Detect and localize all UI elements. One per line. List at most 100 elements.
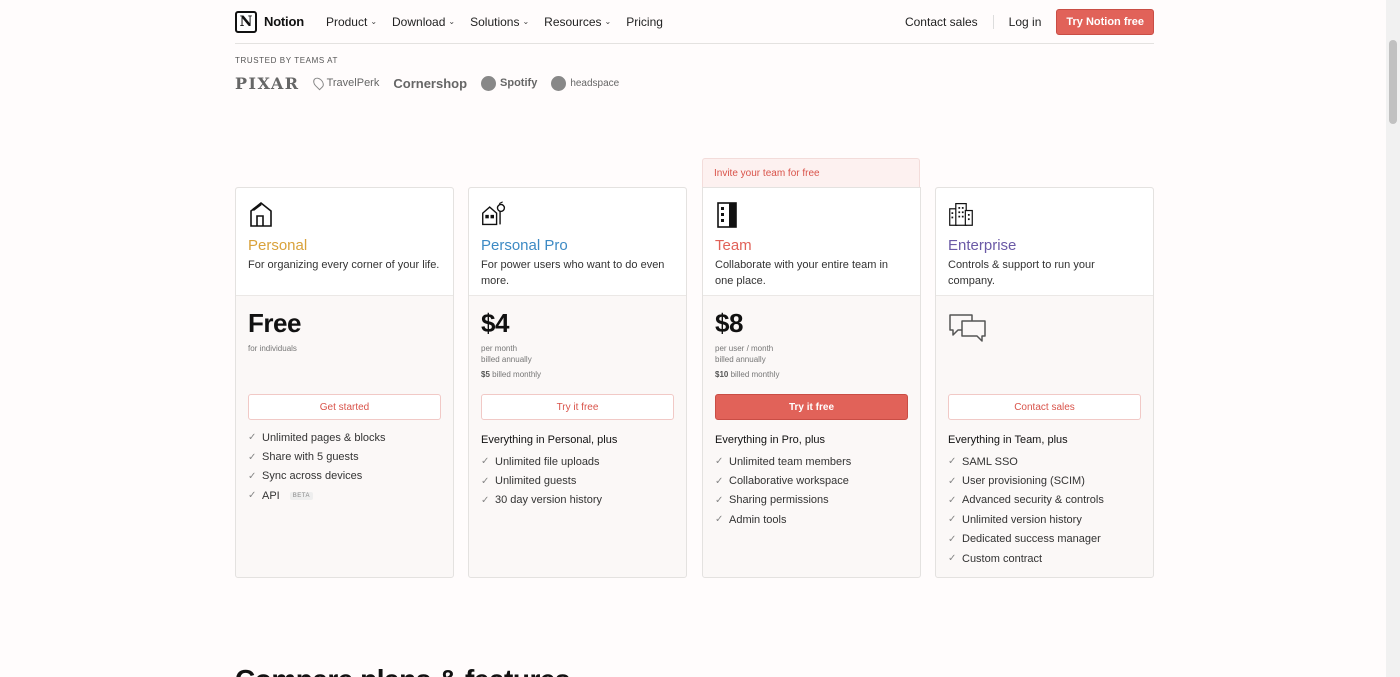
nav-label: Solutions: [470, 14, 520, 29]
monthly-price-note: $5 billed monthly: [481, 370, 541, 379]
feature-label: Dedicated success manager: [962, 533, 1101, 546]
list-item: ✓ SAML SSO: [948, 452, 1104, 471]
check-icon: ✓: [715, 494, 724, 506]
nav-resources[interactable]: Resources ⌄: [544, 15, 611, 29]
price-note: for individuals: [248, 344, 297, 353]
chevron-down-icon: ⌄: [522, 17, 530, 26]
list-item: ✓ Sync across devices: [248, 467, 386, 486]
notion-logo[interactable]: N Notion: [235, 10, 304, 33]
pin-icon: [310, 75, 326, 91]
monthly-price: $5: [481, 370, 490, 379]
plan-description: For organizing every corner of your life…: [248, 259, 440, 271]
contact-sales-link[interactable]: Contact sales: [905, 14, 994, 29]
nav-pricing[interactable]: Pricing: [626, 15, 663, 29]
feature-label: Admin tools: [729, 513, 787, 526]
list-item: ✓ Unlimited guests: [481, 471, 602, 490]
feature-label: Unlimited pages & blocks: [262, 431, 386, 444]
feature-label: SAML SSO: [962, 455, 1018, 468]
chat-bubbles-icon: [949, 314, 986, 342]
check-icon: ✓: [481, 456, 490, 468]
plan-card-team: Team Collaborate with your entire team i…: [702, 187, 921, 578]
feature-label: Unlimited team members: [729, 455, 852, 468]
cornershop-logo: Cornershop: [393, 75, 468, 91]
nav-label: Pricing: [626, 14, 663, 29]
plan-name: Team: [715, 237, 752, 254]
try-it-free-button[interactable]: Try it free: [481, 394, 674, 420]
spotify-logo: Spotify: [481, 75, 538, 91]
feature-list: ✓ Unlimited file uploads ✓ Unlimited guest…: [481, 452, 602, 510]
plan-description: For power users who want to do even more…: [481, 259, 665, 287]
beta-badge: BETA: [289, 491, 313, 500]
price-note: per user / month billed annually: [715, 343, 773, 365]
feature-list: ✓ Unlimited team members ✓ Collaborative w…: [715, 452, 851, 530]
feature-label: 30 day version history: [495, 494, 602, 507]
building-icon: [717, 202, 737, 228]
feature-label: Unlimited version history: [962, 513, 1082, 526]
plan-header: Personal Pro For power users who want to…: [469, 188, 686, 296]
list-item: ✓ Custom contract: [948, 549, 1104, 568]
plan-description: Controls & support to run your company.: [948, 259, 1095, 287]
check-icon: ✓: [481, 494, 490, 506]
list-item: ✓ 30 day version history: [481, 491, 602, 510]
try-it-free-button[interactable]: Try it free: [715, 394, 908, 420]
feature-label: Advanced security & controls: [962, 494, 1104, 507]
plan-price: $4: [481, 308, 509, 338]
nav-label: Product: [325, 14, 368, 29]
feature-label: Unlimited file uploads: [495, 455, 600, 468]
feature-label: Sync across devices: [262, 470, 363, 483]
list-item: ✓ Unlimited team members: [715, 452, 851, 471]
get-started-button[interactable]: Get started: [248, 394, 441, 420]
feature-label: Unlimited guests: [495, 475, 577, 488]
list-item: ✓ Advanced security & controls: [948, 491, 1104, 510]
plan-card-enterprise: Enterprise Controls & support to run you…: [935, 187, 1154, 578]
feature-label: API: [262, 489, 280, 502]
logo-text: Notion: [264, 14, 304, 29]
plan-name: Personal: [248, 237, 308, 254]
price-note-line: per user / month: [715, 344, 774, 353]
page-scrollbar[interactable]: [1386, 0, 1400, 677]
list-item: ✓ Share with 5 guests: [248, 447, 386, 466]
price-note: per month billed annually: [481, 343, 532, 365]
scrollbar-thumb[interactable]: [1389, 40, 1397, 124]
list-item: ✓ Unlimited file uploads: [481, 452, 602, 471]
check-icon: ✓: [948, 533, 957, 545]
price-note-line: per month: [481, 344, 518, 353]
features-heading: Everything in Pro, plus: [715, 434, 826, 446]
check-icon: ✓: [715, 514, 724, 526]
feature-label: Share with 5 guests: [262, 451, 359, 464]
list-item: ✓ Collaborative workspace: [715, 471, 851, 490]
plan-name: Personal Pro: [481, 237, 568, 254]
notion-logo-icon: N: [235, 10, 257, 33]
features-heading: Everything in Team, plus: [948, 434, 1068, 446]
check-icon: ✓: [715, 475, 724, 487]
plan-header: Personal For organizing every corner of …: [236, 188, 453, 296]
login-link[interactable]: Log in: [994, 15, 1057, 29]
check-icon: ✓: [948, 494, 957, 506]
price-note-line: billed annually: [715, 355, 766, 364]
nav-solutions[interactable]: Solutions ⌄: [470, 15, 529, 29]
brand-label: TravelPerk: [326, 77, 380, 89]
contact-sales-button[interactable]: Contact sales: [948, 394, 1141, 420]
monthly-suffix: billed monthly: [730, 370, 780, 379]
plan-header: Team Collaborate with your entire team i…: [703, 188, 920, 296]
nav-download[interactable]: Download ⌄: [392, 15, 455, 29]
chevron-down-icon: ⌄: [448, 17, 456, 26]
check-icon: ✓: [948, 456, 957, 468]
plan-name: Enterprise: [948, 237, 1017, 254]
check-icon: ✓: [948, 514, 957, 526]
compare-heading: Compare plans & features: [235, 664, 571, 677]
try-notion-free-button[interactable]: Try Notion free: [1056, 8, 1154, 35]
brand-label: Spotify: [500, 77, 538, 89]
check-icon: ✓: [948, 475, 957, 487]
feature-list: ✓ SAML SSO ✓ User provisioning (SCIM) ✓ Adv…: [948, 452, 1104, 568]
chevron-down-icon: ⌄: [604, 17, 612, 26]
nav-product[interactable]: Product ⌄: [326, 15, 377, 29]
plan-price: $8: [715, 308, 743, 338]
list-item: ✓ User provisioning (SCIM): [948, 471, 1104, 490]
check-icon: ✓: [248, 490, 257, 502]
house-tree-icon: [482, 201, 506, 226]
pixar-logo: PIXAR: [235, 73, 300, 93]
list-item: ✓ API BETA: [248, 486, 386, 505]
headspace-icon: [551, 75, 567, 91]
check-icon: ✓: [248, 451, 257, 463]
